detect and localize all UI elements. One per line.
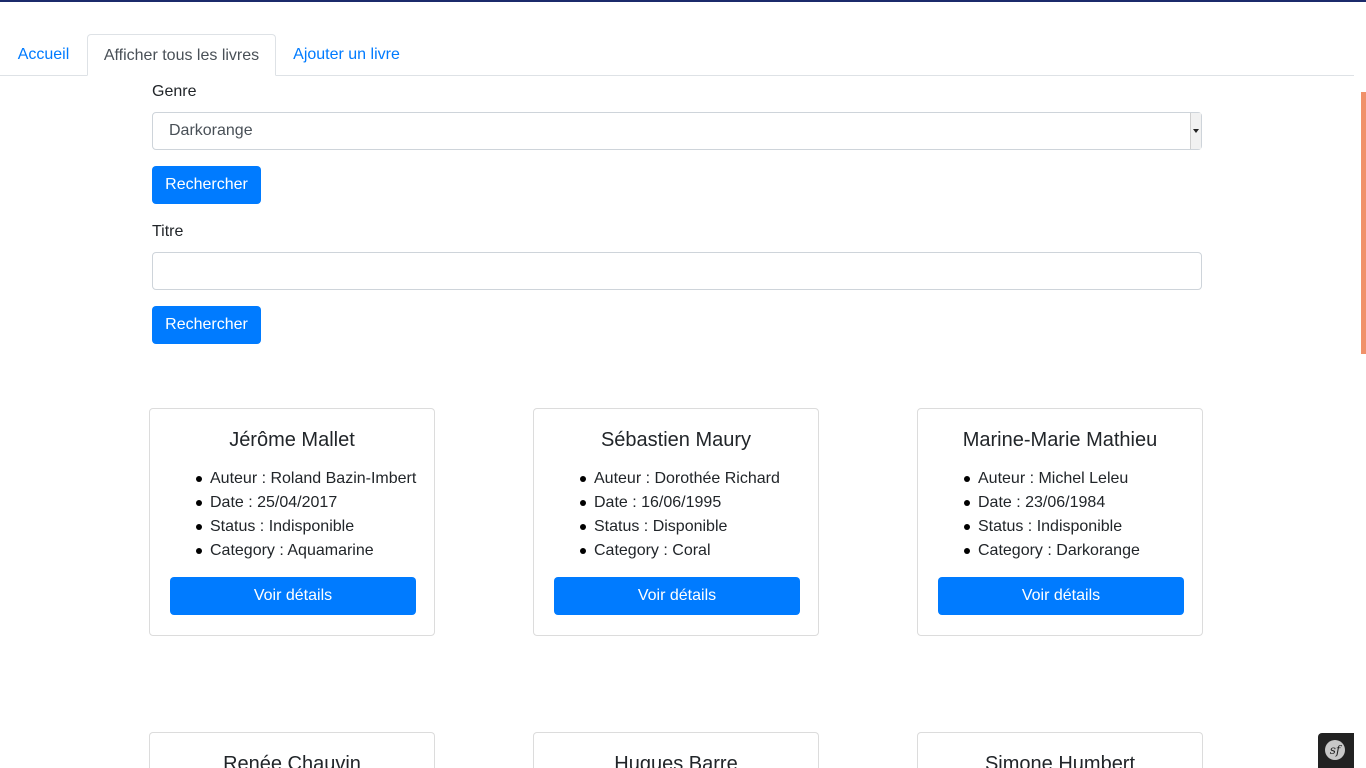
tab-accueil[interactable]: Accueil: [0, 34, 87, 75]
title-search-button[interactable]: Rechercher: [152, 306, 261, 344]
book-title: Marine-Marie Mathieu: [962, 429, 1158, 451]
bullet-icon: [580, 524, 586, 530]
genre-search-button[interactable]: Rechercher: [152, 166, 261, 204]
book-status: Status : Disponible: [580, 515, 780, 539]
bullet-icon: [580, 548, 586, 554]
genre-select[interactable]: Darkorange: [152, 112, 1202, 150]
title-input[interactable]: [152, 252, 1202, 290]
top-border: [0, 0, 1366, 2]
book-status: Status : Indisponible: [964, 515, 1140, 539]
book-card: Marine-Marie Mathieu Auteur : Michel Lel…: [917, 408, 1203, 636]
bullet-icon: [196, 476, 202, 482]
book-author: Auteur : Michel Leleu: [964, 467, 1140, 491]
symfony-toolbar-toggle[interactable]: sf: [1318, 733, 1354, 768]
bullet-icon: [196, 500, 202, 506]
book-card: Jérôme Mallet Auteur : Roland Bazin-Imbe…: [149, 408, 435, 636]
bullet-icon: [196, 548, 202, 554]
book-details-list: Auteur : Michel Leleu Date : 23/06/1984 …: [964, 467, 1140, 563]
bullet-icon: [964, 548, 970, 554]
bullet-icon: [964, 500, 970, 506]
symfony-logo-icon: sf: [1325, 740, 1345, 760]
book-category: Category : Aquamarine: [196, 539, 416, 563]
book-date: Date : 23/06/1984: [964, 491, 1140, 515]
book-category: Category : Coral: [580, 539, 780, 563]
book-title: Hugues Barre: [614, 753, 738, 768]
chevron-down-icon: [1190, 113, 1201, 149]
nav-tabs: Accueil Afficher tous les livres Ajouter…: [0, 34, 1354, 76]
bullet-icon: [964, 476, 970, 482]
bullet-icon: [964, 524, 970, 530]
view-details-button[interactable]: Voir détails: [170, 577, 416, 615]
tab-afficher-tous-les-livres[interactable]: Afficher tous les livres: [87, 34, 276, 76]
book-details-list: Auteur : Roland Bazin-Imbert Date : 25/0…: [196, 467, 416, 563]
book-author: Auteur : Dorothée Richard: [580, 467, 780, 491]
book-status: Status : Indisponible: [196, 515, 416, 539]
tab-ajouter-un-livre[interactable]: Ajouter un livre: [276, 34, 417, 75]
bullet-icon: [580, 476, 586, 482]
book-author: Auteur : Roland Bazin-Imbert: [196, 467, 416, 491]
book-title: Jérôme Mallet: [229, 429, 355, 451]
book-title: Renée Chauvin: [223, 753, 361, 768]
scrollbar-thumb[interactable]: [1361, 92, 1366, 354]
book-card: Simone Humbert: [917, 732, 1203, 768]
genre-select-value: Darkorange: [169, 122, 253, 139]
bullet-icon: [196, 524, 202, 530]
view-details-button[interactable]: Voir détails: [554, 577, 800, 615]
book-category: Category : Darkorange: [964, 539, 1140, 563]
book-date: Date : 16/06/1995: [580, 491, 780, 515]
book-date: Date : 25/04/2017: [196, 491, 416, 515]
genre-label: Genre: [152, 83, 197, 100]
view-details-button[interactable]: Voir détails: [938, 577, 1184, 615]
book-title: Simone Humbert: [984, 753, 1136, 768]
title-label: Titre: [152, 223, 184, 240]
book-card: Hugues Barre: [533, 732, 819, 768]
bullet-icon: [580, 500, 586, 506]
book-details-list: Auteur : Dorothée Richard Date : 16/06/1…: [580, 467, 780, 563]
book-title: Sébastien Maury: [600, 429, 752, 451]
book-card: Sébastien Maury Auteur : Dorothée Richar…: [533, 408, 819, 636]
book-card: Renée Chauvin: [149, 732, 435, 768]
